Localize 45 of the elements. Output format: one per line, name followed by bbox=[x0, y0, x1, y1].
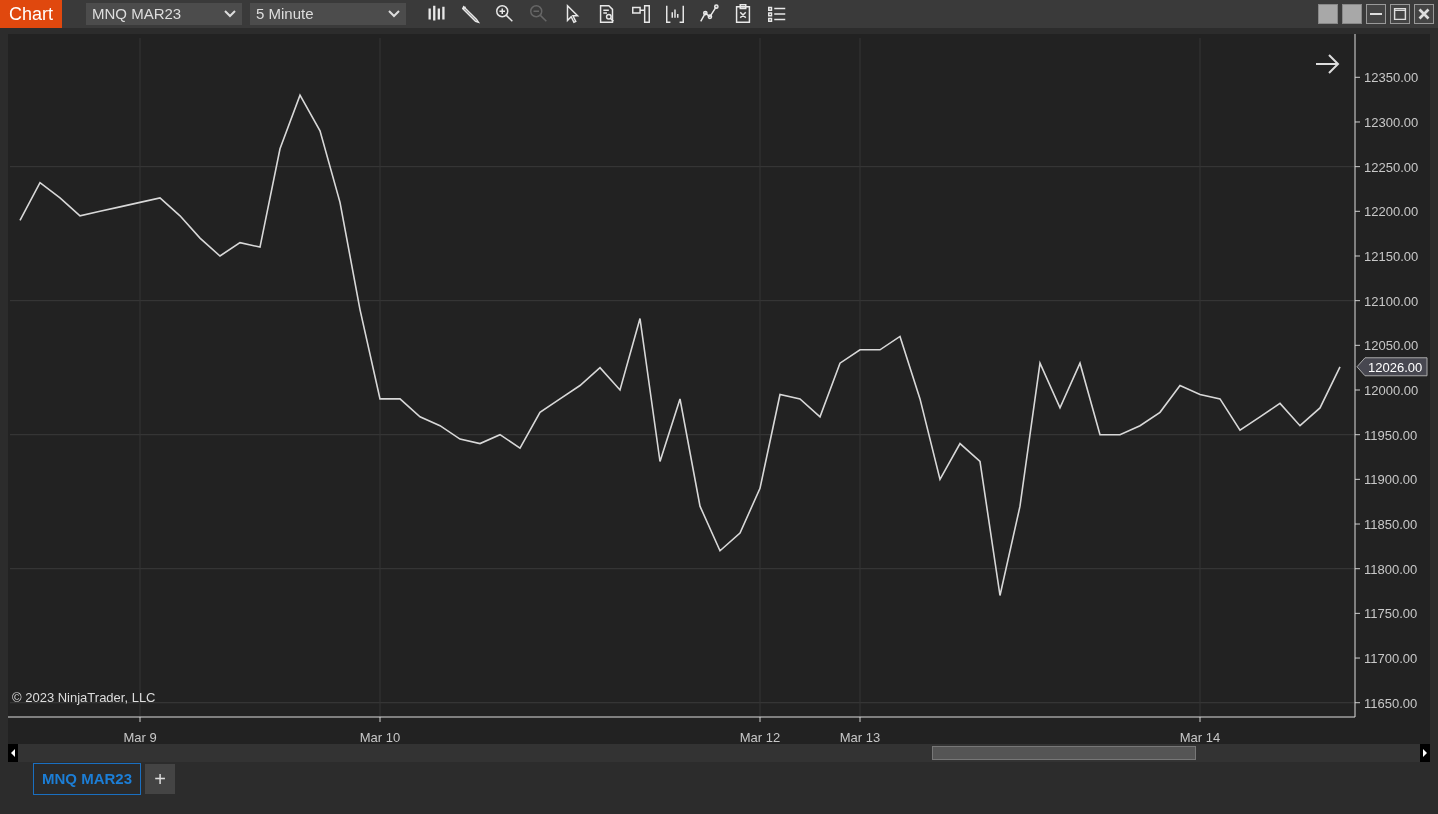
price-axis-label: 12000.00 bbox=[1364, 383, 1419, 398]
zoom-in-icon bbox=[494, 3, 516, 25]
price-axis-label: 11750.00 bbox=[1364, 606, 1418, 622]
date-axis-label: Mar 12 bbox=[739, 730, 781, 744]
scroll-right-button[interactable] bbox=[1420, 744, 1430, 762]
price-axis-label: 12200.00 bbox=[1364, 204, 1419, 220]
window-title: Chart bbox=[0, 0, 62, 28]
price-axis-label: 11800.00 bbox=[1364, 561, 1418, 577]
chart-tab[interactable]: MNQ MAR23 bbox=[33, 763, 141, 795]
price-axis-label: 11900.00 bbox=[1364, 472, 1418, 488]
triangle-icon bbox=[10, 749, 16, 757]
scrollbar-thumb[interactable] bbox=[932, 746, 1196, 760]
price-axis-label: 11850.00 bbox=[1364, 517, 1418, 532]
zoom-out-icon bbox=[528, 3, 550, 25]
price-axis-label: 12150.00 bbox=[1364, 249, 1419, 264]
panel-icon bbox=[630, 3, 652, 25]
date-axis-label: Mar 9 bbox=[123, 730, 157, 744]
price-axis-label: 12050.00 bbox=[1364, 338, 1419, 354]
instrument-dropdown[interactable]: MNQ MAR23 bbox=[86, 3, 242, 25]
price-axis-label: 12350.00 bbox=[1364, 70, 1419, 86]
triangle-icon bbox=[1422, 749, 1428, 757]
date-axis-label: Mar 10 bbox=[359, 730, 401, 744]
add-tab-button[interactable]: + bbox=[145, 764, 175, 794]
minimize-button[interactable] bbox=[1366, 4, 1386, 24]
minimize-icon bbox=[1370, 13, 1382, 15]
date-axis-label: Mar 14 bbox=[1179, 730, 1221, 744]
last-price-marker: 12026.00 bbox=[1356, 357, 1428, 377]
price-axis-label: 12250.00 bbox=[1364, 159, 1419, 175]
scroll-left-button[interactable] bbox=[8, 744, 18, 762]
close-button[interactable] bbox=[1414, 4, 1434, 24]
interval-dropdown[interactable]: 5 Minute bbox=[250, 3, 406, 25]
price-axis-label: 12100.00 bbox=[1364, 293, 1419, 309]
pencil-icon bbox=[460, 3, 482, 25]
chevron-icon bbox=[224, 10, 236, 18]
maximize-button[interactable] bbox=[1390, 4, 1410, 24]
bar-chart-icon bbox=[664, 3, 686, 25]
price-axis-label: 12300.00 bbox=[1364, 115, 1419, 130]
date-axis-label: Mar 13 bbox=[839, 730, 881, 744]
price-axis-label: 11700.00 bbox=[1364, 651, 1418, 667]
price-axis-label: 11650.00 bbox=[1364, 695, 1418, 711]
arrow-right-icon[interactable] bbox=[1315, 54, 1340, 74]
chevron-icon bbox=[388, 10, 400, 18]
price-axis-label: 11950.00 bbox=[1364, 427, 1418, 443]
maximize-icon bbox=[1391, 5, 1409, 23]
copyright-text: © 2023 NinjaTrader, LLC bbox=[12, 690, 156, 705]
